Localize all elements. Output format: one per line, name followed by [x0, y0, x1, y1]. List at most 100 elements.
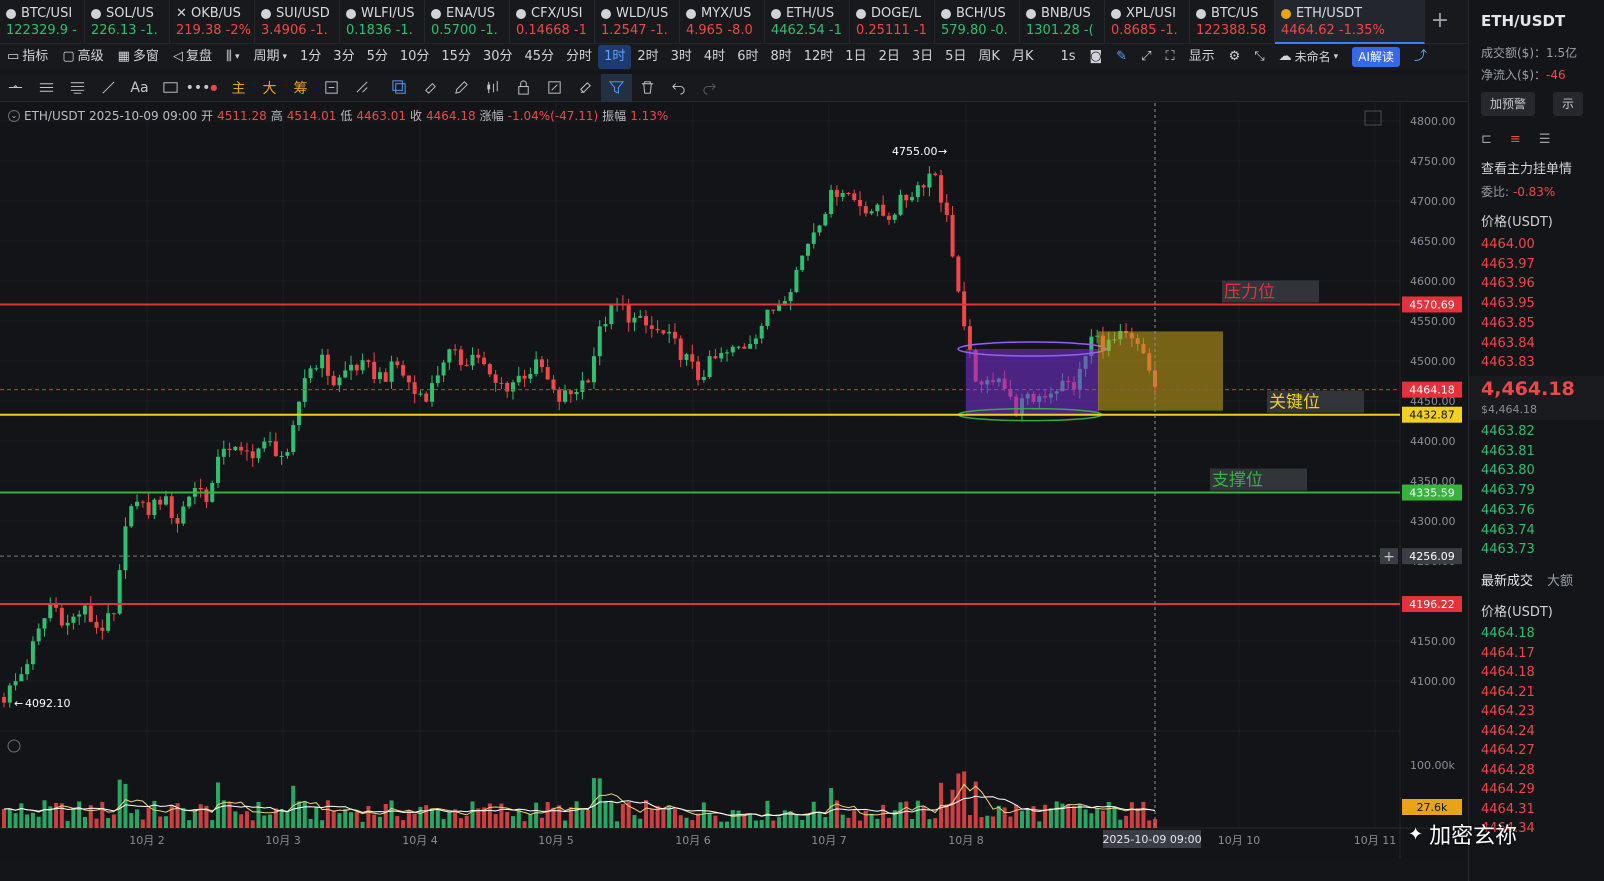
edit-sheet-icon[interactable] [539, 74, 570, 102]
timeframe-16[interactable]: 2日 [873, 45, 906, 69]
timeframe-15[interactable]: 1日 [839, 45, 872, 69]
timeframe-6[interactable]: 45分 [519, 45, 561, 69]
chart-type-button[interactable]: ⫼ ▾ [219, 45, 247, 69]
indicators-button[interactable]: ▭ 指标 [0, 45, 55, 69]
timeframe-0[interactable]: 1分 [294, 45, 327, 69]
level-note[interactable]: 支撑位 [1212, 471, 1263, 491]
timeframe-14[interactable]: 12时 [798, 45, 840, 69]
ticker-2[interactable]: ✕ OKB/US 219.38 -2% [170, 0, 255, 44]
level-note[interactable]: 关键位 [1269, 393, 1320, 413]
add-alert-button[interactable]: 加预警 [1481, 92, 1536, 116]
chip-tool[interactable]: 筹 [285, 74, 316, 102]
timeframe-18[interactable]: 5日 [939, 45, 972, 69]
timeframe-11[interactable]: 4时 [698, 45, 731, 69]
ticker-active[interactable]: ETH/USDT 4464.62 -1.35% [1275, 0, 1425, 44]
price-row[interactable]: 4463.76 [1481, 503, 1535, 518]
ticker-4[interactable]: WLFI/US 0.1836 -1. [340, 0, 425, 44]
timeframe-8[interactable]: 1时 [598, 45, 632, 69]
resize-icon[interactable]: ⤡ [1247, 45, 1271, 69]
link-icon[interactable] [570, 74, 601, 102]
text-tool-icon[interactable]: Aa [124, 74, 155, 102]
ticker-0[interactable]: BTC/USI 122329.9 - [0, 0, 85, 44]
timeframe-2[interactable]: 5分 [361, 45, 394, 69]
ticker-8[interactable]: MYX/US 4.965 -8.0 [680, 0, 765, 44]
ticker-14[interactable]: BTC/US 122388.58 [1190, 0, 1275, 44]
ticker-6[interactable]: CFX/USI 0.14668 -1 [510, 0, 595, 44]
parallel-lines-icon[interactable] [31, 74, 62, 102]
level-note[interactable]: 压力位 [1224, 282, 1275, 302]
ticker-3[interactable]: SUI/USD 3.4906 -1. [255, 0, 340, 44]
timeframe-3[interactable]: 10分 [394, 45, 436, 69]
timeframe-19[interactable]: 周K [972, 45, 1006, 69]
big-order-tool[interactable]: 大 [254, 74, 285, 102]
price-row[interactable]: 4463.74 [1481, 523, 1535, 538]
fib-lines-icon[interactable] [62, 74, 93, 102]
price-row[interactable]: 4463.79 [1481, 483, 1535, 498]
ticker-13[interactable]: XPL/USI 0.8685 -1. [1105, 0, 1190, 44]
undo-icon[interactable] [663, 74, 694, 102]
book-bids-icon[interactable]: ≡ [1510, 132, 1521, 147]
pen-icon[interactable]: ✎ [1109, 45, 1134, 69]
price-chart[interactable]: 4800.00 4750.00 4700.00 4650.00 4600.00 4550.… [0, 103, 1468, 859]
collapse-icon[interactable]: ⌄ [8, 109, 20, 122]
timeframe-12[interactable]: 6时 [731, 45, 764, 69]
measure-icon[interactable] [347, 74, 378, 102]
book-asks-icon[interactable]: ☰ [1539, 132, 1551, 147]
ticker-5[interactable]: ENA/US 0.5700 -1. [425, 0, 510, 44]
lock-icon[interactable] [508, 74, 539, 102]
redo-icon[interactable] [694, 74, 725, 102]
price-row[interactable]: 4463.84 [1481, 336, 1535, 351]
main-orders-link[interactable]: 查看主力挂单情 [1481, 158, 1572, 177]
ticker-11[interactable]: BCH/US 579.80 -0. [935, 0, 1020, 44]
more-tools-icon[interactable]: ••• ● [186, 74, 218, 102]
candle-pattern-icon[interactable] [477, 74, 508, 102]
timeframe-9[interactable]: 2时 [631, 45, 664, 69]
expand-icon[interactable]: ⤢ [1134, 45, 1158, 69]
price-row[interactable]: 4463.97 [1481, 257, 1535, 272]
price-row[interactable]: 4463.81 [1481, 444, 1535, 459]
consolidation-box[interactable] [966, 349, 1099, 415]
layout-save-button[interactable]: ☁ 未命名 ▾ [1272, 45, 1346, 69]
projection-box[interactable] [1098, 331, 1223, 411]
share-icon[interactable]: ⤴ [1407, 45, 1434, 69]
price-row[interactable]: 4463.95 [1481, 296, 1535, 311]
period-button[interactable]: 周期 ▾ [246, 45, 294, 69]
book-both-icon[interactable]: ⊏ [1481, 132, 1492, 147]
ticker-9[interactable]: ETH/US 4462.54 -1 [765, 0, 850, 44]
main-force-tool[interactable]: 主 [223, 74, 254, 102]
display-button[interactable]: 显示 [1182, 45, 1222, 69]
filter-icon[interactable] [601, 73, 632, 102]
timeframe-5[interactable]: 30分 [477, 45, 519, 69]
tab-large-trades[interactable]: 大额 [1547, 570, 1573, 589]
multi-window-button[interactable]: ▦ 多窗 [111, 45, 166, 69]
price-row[interactable]: 4463.96 [1481, 276, 1535, 291]
timeframe-13[interactable]: 8时 [764, 45, 797, 69]
timeframe-17[interactable]: 3日 [906, 45, 939, 69]
timeframe-4[interactable]: 15分 [435, 45, 477, 69]
horizontal-line-icon[interactable] [0, 74, 31, 102]
price-row[interactable]: 4463.82 [1481, 424, 1535, 439]
timeframe-1[interactable]: 3分 [327, 45, 360, 69]
magnet-icon[interactable] [316, 74, 347, 102]
ticker-7[interactable]: WLD/US 1.2547 -1. [595, 0, 680, 44]
advanced-button[interactable]: ▢ 高级 [55, 45, 110, 69]
ticker-1[interactable]: SOL/US 226.13 -1. [85, 0, 170, 44]
copy-layer-icon[interactable] [384, 74, 415, 102]
delete-icon[interactable] [632, 74, 663, 102]
trend-line-icon[interactable] [93, 74, 124, 102]
ticker-12[interactable]: BNB/US 1301.28 -( [1020, 0, 1105, 44]
tab-latest-trades[interactable]: 最新成交 [1481, 570, 1533, 589]
price-row[interactable]: 4464.00 [1481, 237, 1535, 252]
brush-icon[interactable] [446, 74, 477, 102]
eraser-icon[interactable] [415, 74, 446, 102]
timeframe-20[interactable]: 月K [1006, 45, 1040, 69]
timeframe-10[interactable]: 3时 [665, 45, 698, 69]
price-row[interactable]: 4463.83 [1481, 355, 1535, 370]
show-button[interactable]: 示 [1553, 92, 1584, 116]
ai-interpret-button[interactable]: AI解读 [1345, 45, 1407, 69]
sec-button[interactable]: 1s [1053, 45, 1082, 69]
rectangle-tool-icon[interactable] [155, 74, 186, 102]
fullscreen-icon[interactable]: ⛶ [1158, 45, 1181, 69]
replay-button[interactable]: ◁ 复盘 [166, 45, 219, 69]
add-tab-icon[interactable]: + [1425, 0, 1455, 44]
